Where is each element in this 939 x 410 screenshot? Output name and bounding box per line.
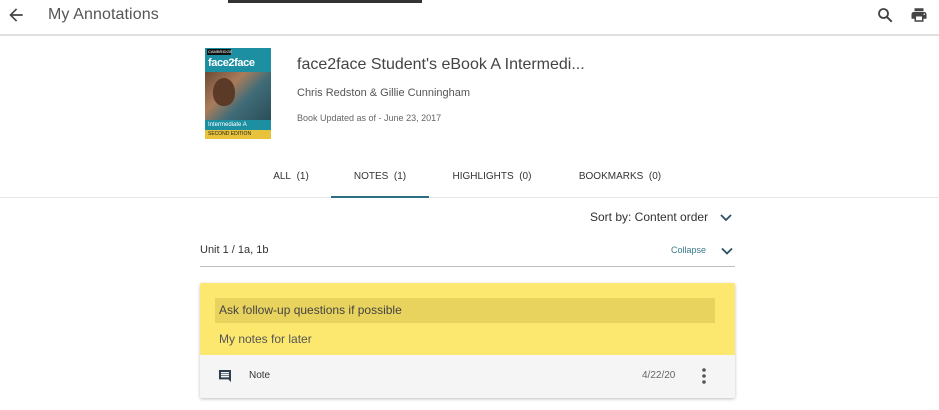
- tab-label: HIGHLIGHTS: [452, 171, 514, 182]
- tab-label: BOOKMARKS: [578, 171, 644, 182]
- tab-notes[interactable]: NOTES (1): [331, 158, 429, 198]
- cover-face: [213, 78, 235, 106]
- tab-highlights[interactable]: HIGHLIGHTS (0): [436, 158, 548, 198]
- unit-section-header: Unit 1 / 1a, 1b Collapse: [200, 236, 735, 267]
- note-text: My notes for later: [219, 332, 312, 346]
- chevron-down-icon[interactable]: [721, 247, 733, 256]
- note-type-label: Note: [249, 370, 271, 381]
- tab-label: ALL: [273, 171, 291, 182]
- note-date: 4/22/20: [642, 370, 676, 381]
- note-body: Ask follow-up questions if possible My n…: [200, 283, 735, 355]
- tab-count: (0): [519, 171, 532, 182]
- book-title: face2face Student's eBook A Intermedi...: [297, 56, 585, 73]
- tab-bookmarks[interactable]: BOOKMARKS (0): [564, 158, 676, 198]
- highlighted-text: Ask follow-up questions if possible: [215, 298, 715, 323]
- tab-label: NOTES: [353, 171, 389, 182]
- chevron-down-icon[interactable]: [720, 213, 732, 223]
- window-notch: [228, 0, 422, 3]
- book-updated-date: Book Updated as of - June 23, 2017: [297, 113, 442, 123]
- comment-icon: [219, 370, 231, 382]
- arrow-left-icon[interactable]: [6, 4, 26, 26]
- page-title: My Annotations: [48, 6, 159, 23]
- unit-label: Unit 1 / 1a, 1b: [200, 244, 269, 256]
- note-card[interactable]: Ask follow-up questions if possible My n…: [200, 283, 735, 398]
- cover-edition: SECOND EDITION: [205, 130, 271, 139]
- tab-count: (1): [393, 171, 407, 182]
- annotation-tabs: ALL (1) NOTES (1) HIGHLIGHTS (0) BOOKMAR…: [0, 158, 939, 198]
- collapse-link[interactable]: Collapse: [671, 245, 706, 255]
- sort-dropdown[interactable]: Sort by: Content order: [590, 210, 708, 224]
- book-cover: CAMBRIDGE face2face Intermediate A SECON…: [205, 48, 271, 139]
- book-authors: Chris Redston & Gillie Cunningham: [297, 87, 471, 99]
- cover-brand: CAMBRIDGE: [207, 49, 233, 55]
- tab-all[interactable]: ALL (1): [256, 158, 326, 198]
- note-footer: Note 4/22/20: [200, 355, 735, 398]
- print-icon[interactable]: [909, 6, 929, 24]
- tab-count: (0): [648, 171, 662, 182]
- cover-title: face2face: [208, 57, 255, 69]
- top-bar: My Annotations: [0, 0, 939, 36]
- cover-level: Intermediate A: [205, 121, 271, 130]
- search-icon[interactable]: [876, 6, 894, 24]
- more-vert-icon[interactable]: [700, 367, 708, 385]
- tab-count: (1): [296, 171, 309, 182]
